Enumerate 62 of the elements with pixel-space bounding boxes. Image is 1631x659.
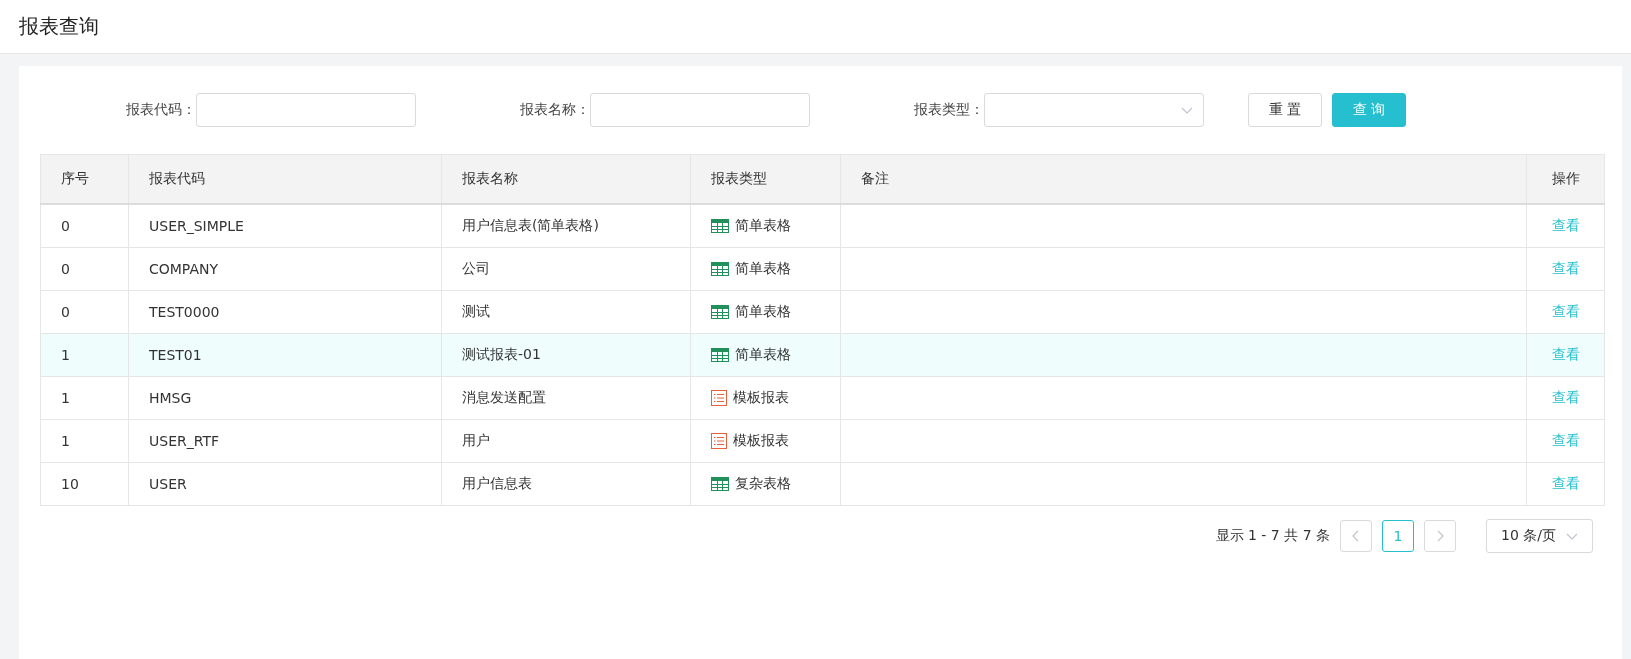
report-type: 简单表格 [735,217,791,235]
pagination-summary: 显示 1 - 7 共 7 条 [1215,527,1330,545]
query-button[interactable]: 查 询 [1332,93,1406,127]
report-type: 模板报表 [733,432,789,450]
column-header: 报表代码 [128,154,442,204]
table-cell: TEST0000 [128,290,442,334]
view-link[interactable]: 查看 [1551,303,1580,319]
table-cell: TEST01 [128,333,442,377]
list-icon [711,433,727,449]
report-type: 简单表格 [735,346,791,364]
list-icon [711,390,727,406]
table-cell: 消息发送配置 [441,376,691,420]
page-size-select[interactable]: 10 条/页 [1486,519,1593,553]
table-cell: 0 [40,290,129,334]
field-label: 报表代码： [126,101,196,119]
table-cell: 10 [40,462,129,506]
column-header: 操作 [1526,154,1605,204]
table-cell: 0 [40,204,129,248]
table-cell: USER [128,462,442,506]
table-icon [711,348,729,362]
table-cell: 1 [40,333,129,377]
field-label: 报表名称： [520,101,590,119]
report-type: 简单表格 [735,260,791,278]
column-header: 报表名称 [441,154,691,204]
reset-button[interactable]: 重 置 [1248,93,1322,127]
table-cell: 用户信息表(简单表格) [441,204,691,248]
table-cell: USER_SIMPLE [128,204,442,248]
column-header: 序号 [40,154,129,204]
table-cell: 公司 [441,247,691,291]
report-type: 复杂表格 [735,475,791,493]
table-cell: 0 [40,247,129,291]
view-link[interactable]: 查看 [1551,217,1580,233]
column-header: 备注 [840,154,1527,204]
view-link[interactable]: 查看 [1551,389,1580,405]
table-cell: 用户信息表 [441,462,691,506]
view-link[interactable]: 查看 [1551,475,1580,491]
table-cell: 用户 [441,419,691,463]
page-button[interactable]: 1 [1382,520,1414,552]
table-cell: HMSG [128,376,442,420]
table-cell: 1 [40,376,129,420]
table-cell: 测试报表-01 [441,333,691,377]
field-label: 报表类型： [914,101,984,119]
column-header: 报表类型 [690,154,841,204]
page-title: 报表查询 [19,13,99,40]
report-type: 简单表格 [735,303,791,321]
table-icon [711,219,729,233]
view-link[interactable]: 查看 [1551,260,1580,276]
table-icon [711,477,729,491]
prev-page-button[interactable] [1340,520,1372,552]
table-cell: COMPANY [128,247,442,291]
next-page-button[interactable] [1424,520,1456,552]
type-select[interactable] [984,93,1204,127]
view-link[interactable]: 查看 [1551,432,1580,448]
view-link[interactable]: 查看 [1551,346,1580,362]
report-type: 模板报表 [733,389,789,407]
input-field[interactable] [590,93,810,127]
table-cell: 测试 [441,290,691,334]
table-cell: 1 [40,419,129,463]
table-icon [711,305,729,319]
table-icon [711,262,729,276]
table-cell: USER_RTF [128,419,442,463]
input-field[interactable] [196,93,416,127]
